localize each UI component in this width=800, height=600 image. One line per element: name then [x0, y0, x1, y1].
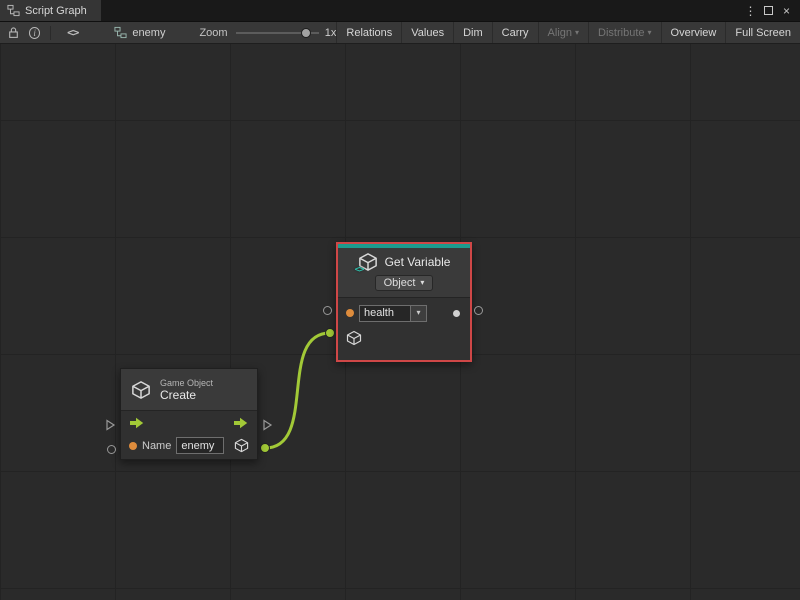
flow-output-arrow-icon[interactable] [233, 417, 249, 429]
distribute-label: Distribute [598, 27, 644, 39]
connection-wire[interactable] [265, 333, 330, 448]
relations-button[interactable]: Relations [336, 22, 401, 43]
distribute-button[interactable]: Distribute ▾ [588, 22, 660, 43]
toolbar-separator [50, 26, 51, 40]
kebab-menu-icon[interactable]: ⋮ [744, 5, 757, 17]
variable-cube-icon: <> [358, 252, 378, 272]
string-port-dot[interactable] [346, 309, 354, 317]
zoom-slider-knob[interactable] [301, 28, 311, 38]
flow-port-row [121, 411, 257, 435]
titlebar: Script Graph ⋮ × [0, 0, 800, 21]
window-controls: ⋮ × [744, 0, 800, 21]
flow-output-port[interactable] [262, 419, 273, 431]
create-node-title: Create [160, 388, 213, 402]
graph-toolbar: i <> enemy Zoom 1x Relations Values Dim … [0, 21, 800, 44]
caret-down-icon: ▾ [420, 279, 424, 287]
scope-label: Object [384, 277, 416, 289]
close-icon[interactable]: × [780, 5, 793, 17]
script-graph-window: Script Graph ⋮ × i <> enemy Zoom [0, 0, 800, 600]
get-variable-header[interactable]: <> Get Variable Object ▾ [338, 248, 470, 298]
object-input-port[interactable] [326, 329, 335, 338]
name-input-port[interactable] [107, 445, 116, 454]
values-button[interactable]: Values [401, 22, 453, 43]
graph-icon [7, 4, 20, 17]
scope-dropdown[interactable]: Object ▾ [375, 275, 434, 291]
dim-button[interactable]: Dim [453, 22, 492, 43]
caret-down-icon: ▾ [416, 309, 420, 317]
align-button[interactable]: Align ▾ [538, 22, 588, 43]
object-port-cube-icon[interactable] [346, 330, 362, 346]
name-port-row: Name [121, 435, 257, 459]
create-node-header[interactable]: Game Object Create [121, 369, 257, 411]
overview-button[interactable]: Overview [661, 22, 726, 43]
info-icon[interactable]: i [29, 27, 40, 39]
align-label: Align [548, 27, 572, 39]
carry-button[interactable]: Carry [492, 22, 538, 43]
flow-input-arrow-icon[interactable] [129, 417, 145, 429]
graph-asset-icon [114, 26, 127, 39]
variable-dropdown-button[interactable]: ▾ [411, 305, 427, 322]
angle-brackets-icon: <> [355, 265, 364, 275]
node-create[interactable]: Game Object Create Name [120, 368, 258, 460]
zoom-slider[interactable] [236, 27, 319, 39]
string-port-dot[interactable] [129, 442, 137, 450]
tab-title: Script Graph [25, 5, 87, 17]
variable-name-input[interactable] [359, 305, 411, 322]
create-node-category: Game Object [160, 378, 213, 388]
graph-name-label: enemy [132, 27, 165, 39]
variable-name-port[interactable] [323, 306, 332, 315]
variable-name-row: ▾ [338, 298, 470, 328]
graph-breadcrumb[interactable]: enemy [114, 26, 165, 39]
name-value-input[interactable] [176, 437, 224, 454]
name-port-label: Name [142, 440, 171, 452]
object-port-row [338, 328, 470, 360]
zoom-label: Zoom [199, 27, 227, 39]
tab-script-graph[interactable]: Script Graph [0, 0, 101, 21]
caret-down-icon: ▾ [648, 29, 652, 37]
node-get-variable[interactable]: <> Get Variable Object ▾ ▾ [336, 242, 472, 362]
game-object-cube-icon [131, 380, 151, 400]
maximize-icon[interactable] [764, 6, 773, 15]
value-output-dot[interactable] [453, 310, 460, 317]
game-object-output-cube-icon[interactable] [234, 438, 249, 453]
caret-down-icon: ▾ [575, 29, 579, 37]
flow-input-port[interactable] [105, 419, 116, 431]
graph-canvas[interactable]: Game Object Create Name [0, 44, 800, 600]
lock-icon[interactable] [7, 26, 20, 39]
get-variable-title: Get Variable [385, 255, 451, 269]
value-output-port[interactable] [474, 306, 483, 315]
full-screen-button[interactable]: Full Screen [725, 22, 800, 43]
code-icon[interactable]: <> [67, 26, 78, 39]
create-output-port[interactable] [261, 444, 270, 453]
zoom-value: 1x [325, 27, 337, 39]
